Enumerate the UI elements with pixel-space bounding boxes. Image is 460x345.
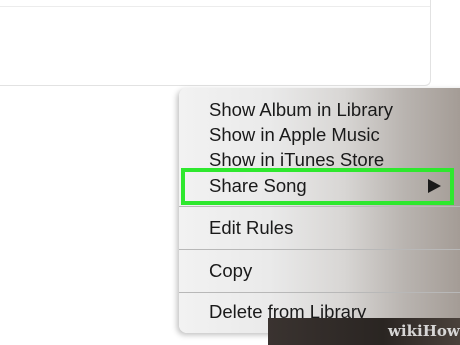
- highlight-box: [181, 168, 454, 205]
- menu-item-show-album-in-library[interactable]: Show Album in Library: [209, 98, 393, 122]
- menu-separator: [179, 292, 460, 293]
- menu-item-copy[interactable]: Copy: [209, 259, 252, 283]
- divider: [0, 6, 430, 7]
- context-menu: Show Album in Library Show in Apple Musi…: [179, 88, 460, 333]
- menu-separator: [179, 249, 460, 250]
- menu-item-show-in-apple-music[interactable]: Show in Apple Music: [209, 123, 380, 147]
- wikihow-watermark: wikiHow: [388, 322, 460, 340]
- menu-item-edit-rules[interactable]: Edit Rules: [209, 216, 293, 240]
- menu-separator: [179, 206, 460, 207]
- search-field-area[interactable]: [0, 0, 431, 86]
